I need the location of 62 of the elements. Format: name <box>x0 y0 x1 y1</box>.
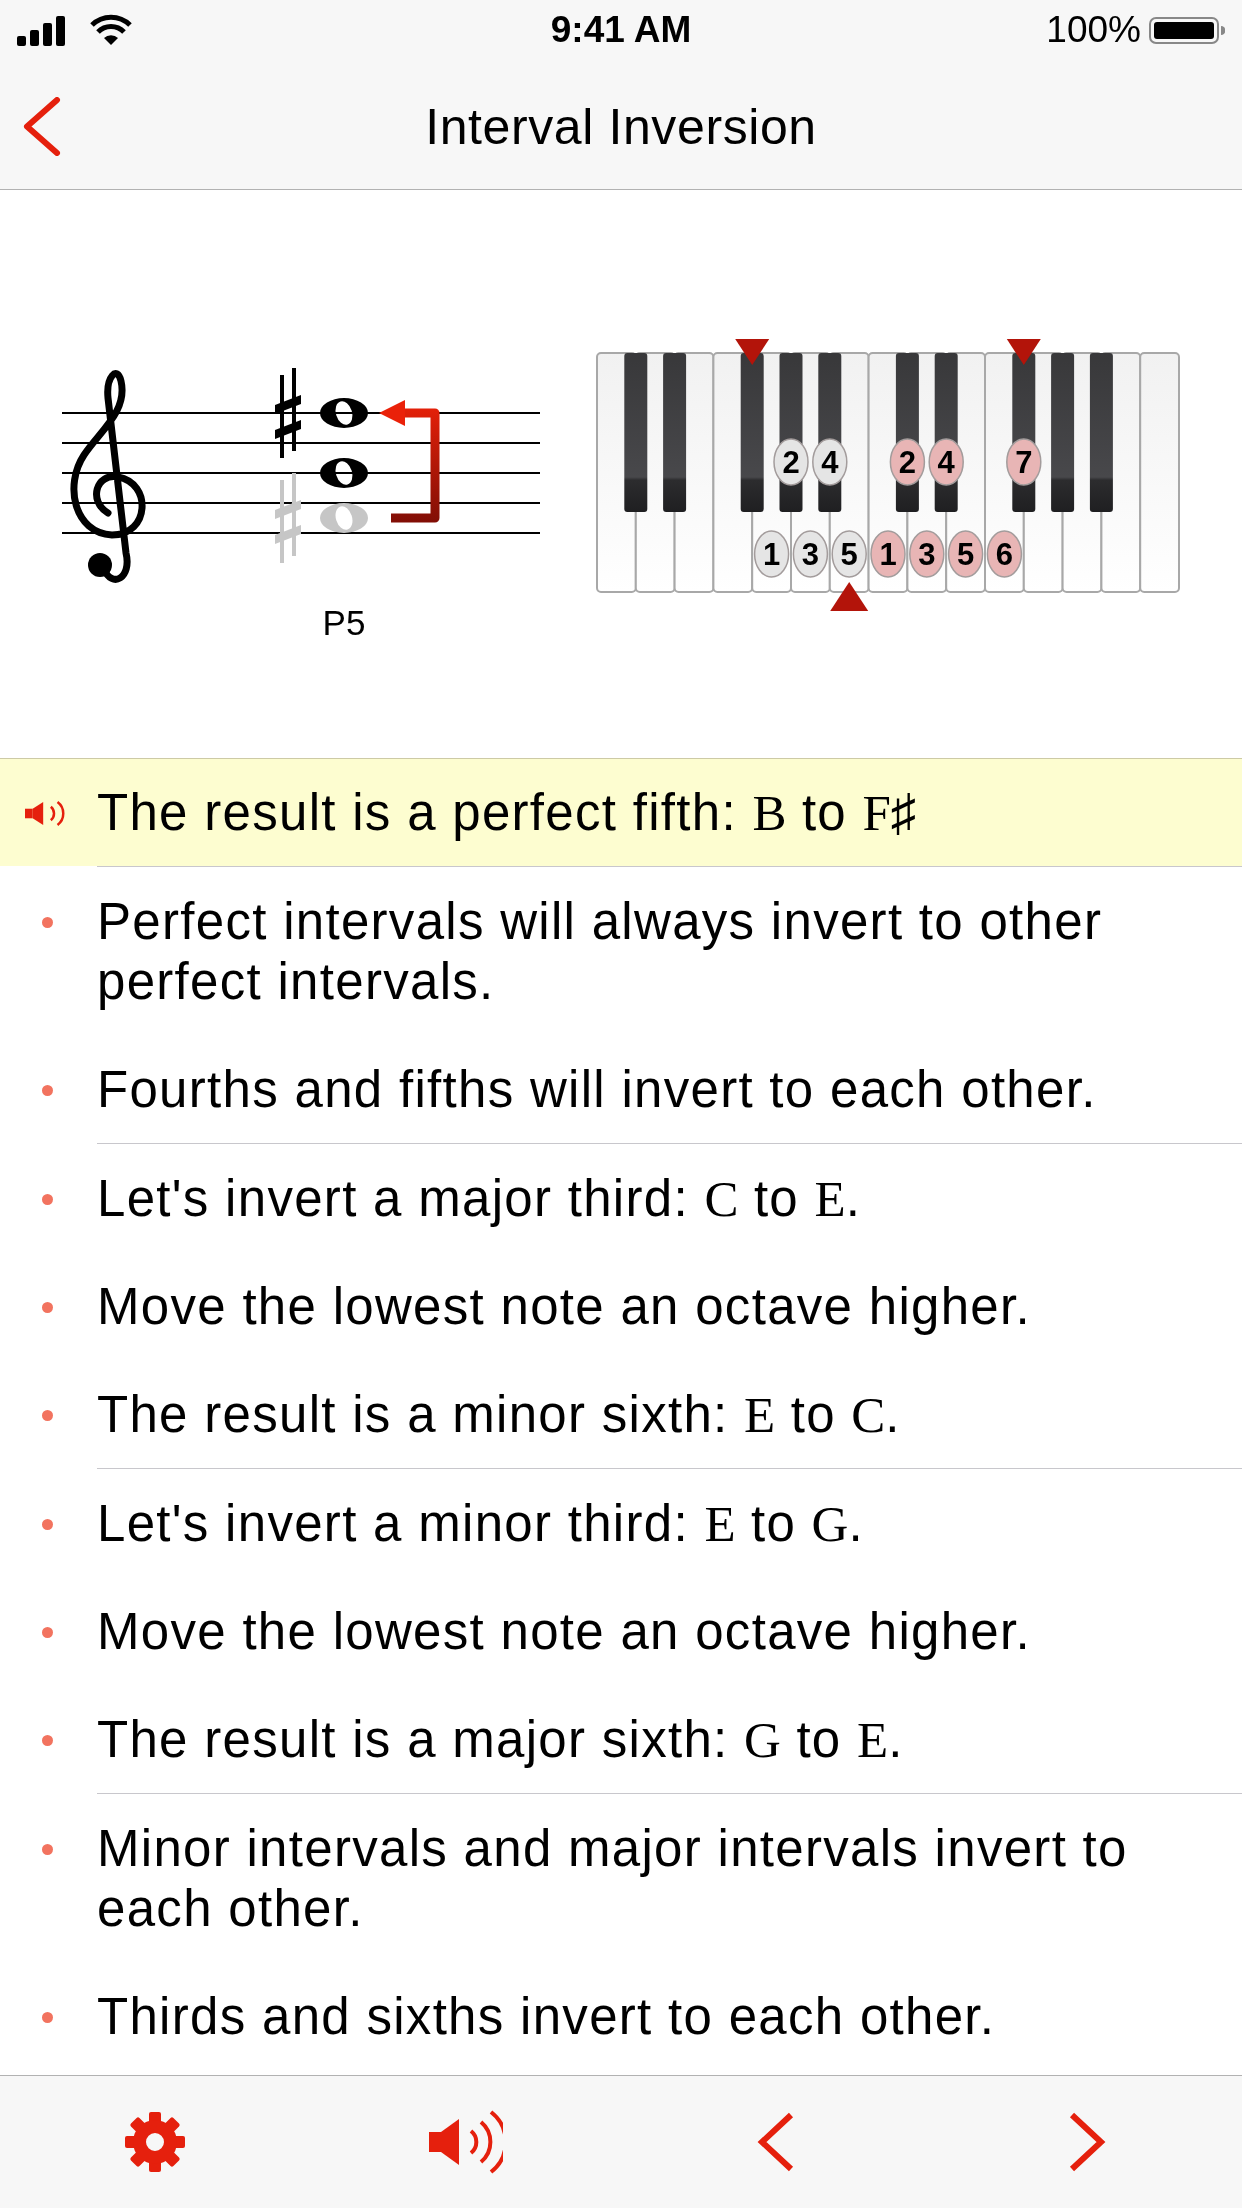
bullet-icon <box>41 1084 53 1096</box>
chevron-right-icon <box>1067 2112 1106 2172</box>
battery-percent: 100% <box>1046 8 1141 52</box>
bullet-icon <box>41 1301 53 1313</box>
instruction-row[interactable]: The result is a perfect fifth: B to F♯ <box>0 758 1242 866</box>
wifi-icon <box>89 14 133 46</box>
instruction-text: The result is a perfect fifth: B to F♯ <box>97 783 917 843</box>
next-button[interactable] <box>1067 2112 1106 2172</box>
finger-number-badge: 5 <box>831 530 867 578</box>
finger-number-badge: 2 <box>773 438 809 486</box>
finger-number-badge: 3 <box>909 530 945 578</box>
instruction-text: Perfect intervals will always invert to other perfect intervals. <box>97 892 1104 1012</box>
instruction-row[interactable]: The result is a major sixth: G to E. <box>0 1685 1242 1793</box>
finger-number-badge: 7 <box>1006 438 1042 486</box>
bullet-icon <box>41 1626 53 1638</box>
bullet-icon <box>41 916 53 928</box>
instruction-text: The result is a major sixth: G to E. <box>97 1710 904 1770</box>
instruction-row[interactable]: The result is a minor sixth: E to C. <box>0 1360 1242 1468</box>
status-time: 9:41 AM <box>550 8 692 52</box>
finger-number-badge: 1 <box>753 530 790 578</box>
instruction-text: Move the lowest note an octave higher. <box>97 1602 1031 1662</box>
bullet-icon <box>41 1518 53 1530</box>
instruction-text: Let's invert a minor third: E to G. <box>97 1494 864 1554</box>
instruction-text: Move the lowest note an octave higher. <box>97 1277 1031 1337</box>
instruction-text: Thirds and sixths invert to each other. <box>97 1987 996 2047</box>
instruction-row[interactable]: Minor intervals and major intervals invert to each other. <box>0 1794 1242 1962</box>
finger-number-badge: 4 <box>812 438 848 486</box>
bullet-icon <box>41 1409 53 1421</box>
finger-number-badge: 1 <box>870 530 906 578</box>
instruction-text: The result is a minor sixth: E to C. <box>97 1385 901 1445</box>
instruction-row[interactable]: Fourths and fifths will invert to each other. <box>0 1035 1242 1143</box>
bullet-icon <box>41 1734 53 1746</box>
instruction-row[interactable]: Let's invert a minor third: E to G. <box>0 1469 1242 1577</box>
treble-clef-icon <box>70 370 146 583</box>
finger-number-badge: 6 <box>986 530 1023 578</box>
instruction-row[interactable]: Move the lowest note an octave higher. <box>0 1252 1242 1360</box>
previous-button[interactable] <box>757 2112 796 2172</box>
bullet-icon <box>41 2011 53 2023</box>
instruction-text: Minor intervals and major intervals invert to each other. <box>97 1819 1129 1939</box>
chevron-left-icon <box>757 2112 796 2172</box>
interval-label: P5 <box>322 603 366 642</box>
chevron-left-icon <box>22 97 61 156</box>
finger-number-badge: 4 <box>928 438 964 486</box>
settings-button[interactable] <box>124 2111 187 2173</box>
sound-button[interactable] <box>428 2109 503 2175</box>
screen-title: Interval Inversion <box>425 97 817 157</box>
signal-icon <box>17 16 65 46</box>
instruction-text: Fourths and fifths will invert to each other. <box>97 1060 1097 1120</box>
instruction-row[interactable]: Move the lowest note an octave higher. <box>0 1577 1242 1685</box>
instruction-text: Let's invert a major third: C to E. <box>97 1169 862 1229</box>
finger-number-badge: 5 <box>947 530 984 578</box>
back-button[interactable] <box>22 97 61 156</box>
instruction-row[interactable]: Perfect intervals will always invert to other perfect intervals. <box>0 867 1242 1035</box>
bullet-icon <box>41 1843 53 1855</box>
finger-number-badge: 2 <box>889 438 926 486</box>
speaker-icon <box>428 2109 503 2175</box>
instruction-row[interactable]: Thirds and sixths invert to each other. <box>0 1962 1242 2070</box>
bullet-icon <box>41 1193 53 1205</box>
battery-icon <box>1149 16 1225 44</box>
instruction-row[interactable]: Let's invert a major third: C to E. <box>0 1144 1242 1252</box>
settings-icon <box>124 2111 187 2173</box>
finger-number-badge: 3 <box>792 530 829 578</box>
